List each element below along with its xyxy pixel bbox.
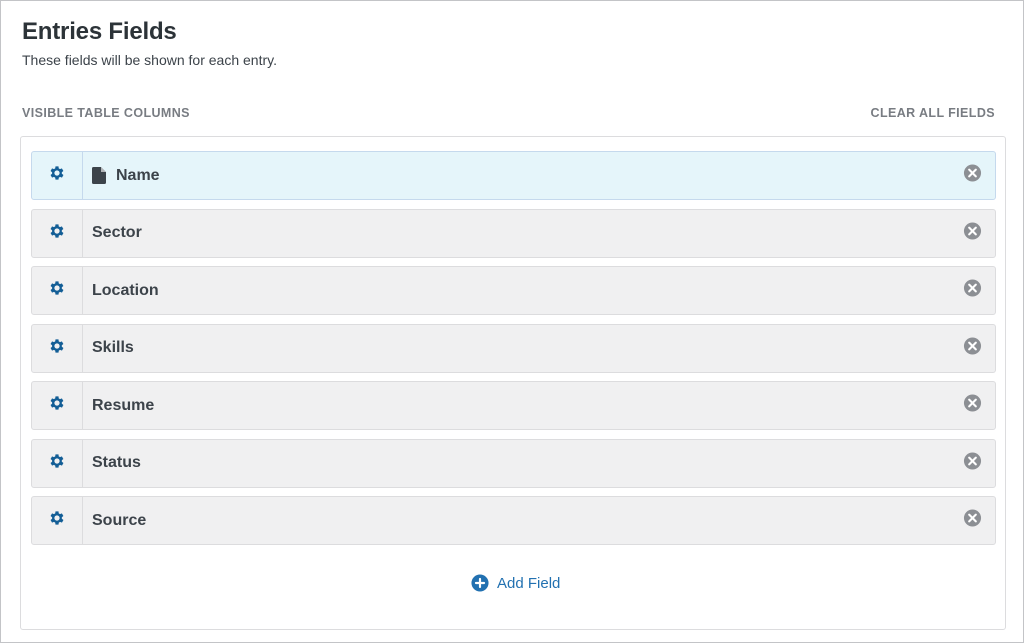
field-label: Name <box>116 166 160 184</box>
gear-icon <box>48 164 66 187</box>
field-row-status[interactable]: Status <box>31 438 996 488</box>
remove-field-button[interactable] <box>963 451 982 475</box>
close-circle-icon <box>963 336 982 360</box>
field-label: Skills <box>92 339 134 356</box>
page-subtitle: These fields will be shown for each entr… <box>22 52 277 68</box>
remove-field-button[interactable] <box>963 336 982 360</box>
remove-field-button[interactable] <box>963 509 982 533</box>
remove-field-button[interactable] <box>963 279 982 303</box>
gear-icon <box>48 279 66 302</box>
close-circle-icon <box>963 451 982 475</box>
close-circle-icon <box>963 279 982 303</box>
field-label: Status <box>92 454 141 471</box>
field-label: Source <box>92 511 147 529</box>
section-label: VISIBLE TABLE COLUMNS <box>22 106 190 120</box>
field-label: Resume <box>92 396 155 414</box>
field-list: Name Sector Location Skills Resume Statu… <box>31 151 996 554</box>
field-settings-button[interactable] <box>32 439 83 487</box>
gear-icon <box>48 337 66 360</box>
field-settings-button[interactable] <box>32 382 83 429</box>
document-icon <box>92 167 106 184</box>
entries-fields-panel: Entries Fields These fields will be show… <box>0 0 1024 643</box>
close-circle-icon <box>963 221 982 245</box>
remove-field-button[interactable] <box>963 221 982 245</box>
fields-container: Name Sector Location Skills Resume Statu… <box>20 136 1006 630</box>
gear-icon <box>48 394 66 417</box>
close-circle-icon <box>963 164 982 188</box>
field-settings-button[interactable] <box>32 267 83 314</box>
close-circle-icon <box>963 394 982 418</box>
remove-field-button[interactable] <box>963 394 982 418</box>
gear-icon <box>48 222 66 245</box>
add-field-label: Add Field <box>497 574 561 592</box>
gear-icon <box>48 509 66 532</box>
add-field-button[interactable]: Add Field <box>471 574 560 592</box>
field-label: Location <box>92 281 159 299</box>
field-row-location[interactable]: Location <box>31 266 996 315</box>
field-row-source[interactable]: Source <box>31 496 996 545</box>
field-settings-button[interactable] <box>32 209 83 257</box>
plus-circle-icon <box>471 574 489 592</box>
gear-icon <box>48 452 66 475</box>
field-label: Sector <box>92 224 142 241</box>
close-circle-icon <box>963 509 982 533</box>
field-settings-button[interactable] <box>32 152 83 199</box>
field-row-skills[interactable]: Skills <box>31 323 996 373</box>
field-row-sector[interactable]: Sector <box>31 208 996 258</box>
page-title: Entries Fields <box>22 18 177 45</box>
field-row-name[interactable]: Name <box>31 151 996 200</box>
field-settings-button[interactable] <box>32 497 83 544</box>
remove-field-button[interactable] <box>963 164 982 188</box>
field-row-resume[interactable]: Resume <box>31 381 996 430</box>
clear-all-fields-button[interactable]: CLEAR ALL FIELDS <box>871 106 995 120</box>
field-settings-button[interactable] <box>32 324 83 372</box>
